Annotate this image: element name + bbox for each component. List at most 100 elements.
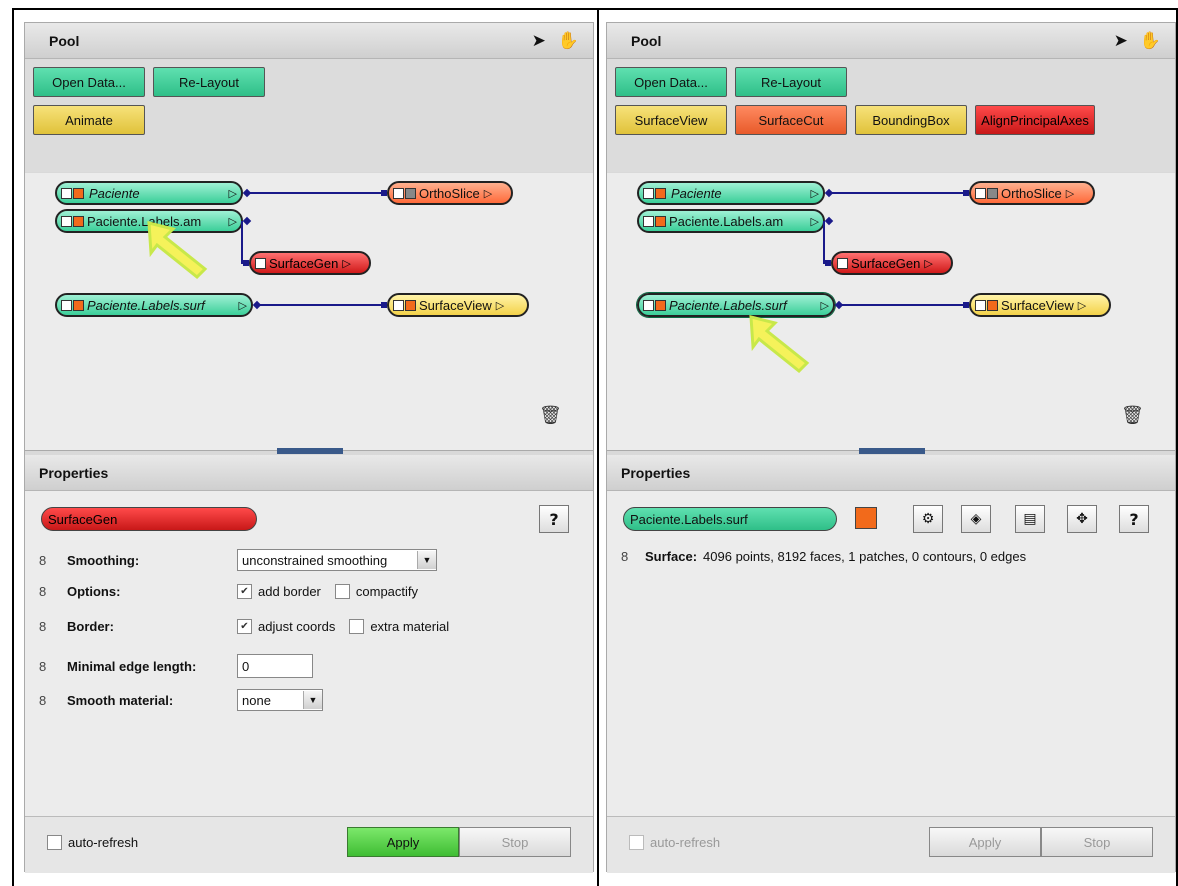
port-square[interactable] (243, 260, 249, 266)
relayout-button[interactable]: Re-Layout (735, 67, 847, 97)
arrow-pointer-icon[interactable]: ➤ (532, 31, 546, 51)
display-mode-icon[interactable]: ⚙ (913, 505, 943, 533)
adjust-coords-checkbox[interactable]: ✔ adjust coords (237, 619, 335, 634)
chevron-down-icon[interactable]: ▼ (303, 691, 322, 709)
pin-icon[interactable]: 8 (621, 549, 641, 564)
triangle-right-icon[interactable]: ▷ (229, 187, 237, 200)
pin-icon[interactable]: 8 (39, 659, 59, 674)
port-diamond[interactable] (834, 300, 844, 310)
triangle-right-icon[interactable]: ▷ (1066, 187, 1074, 200)
checkbox-unchecked[interactable] (47, 835, 62, 850)
triangle-right-icon[interactable]: ▷ (821, 299, 829, 312)
visibility-toggle[interactable] (643, 187, 654, 199)
checkbox-checked[interactable]: ✔ (237, 619, 252, 634)
port-diamond[interactable] (242, 188, 252, 198)
triangle-right-icon[interactable]: ▷ (239, 299, 247, 312)
stop-button[interactable]: Stop (459, 827, 571, 857)
triangle-right-icon[interactable]: ▷ (496, 299, 504, 312)
apply-button[interactable]: Apply (347, 827, 459, 857)
port-square[interactable] (381, 190, 387, 196)
open-data-button[interactable]: Open Data... (615, 67, 727, 97)
node-surfaceview[interactable]: SurfaceView ▷ (969, 293, 1111, 317)
port-diamond[interactable] (824, 188, 834, 198)
node-orthoslice[interactable]: OrthoSlice ▷ (387, 181, 513, 205)
hand-icon[interactable]: ✋ (1140, 31, 1161, 51)
trash-icon[interactable]: 🗑 (1121, 405, 1144, 426)
triangle-right-icon[interactable]: ▷ (342, 257, 350, 270)
surfacecut-button[interactable]: SurfaceCut (735, 105, 847, 135)
apply-button[interactable]: Apply (929, 827, 1041, 857)
visibility-toggle[interactable] (61, 215, 72, 227)
arrow-pointer-icon[interactable]: ➤ (1114, 31, 1128, 51)
module-name-pill[interactable]: Paciente.Labels.surf (623, 507, 837, 531)
pin-icon[interactable]: 8 (39, 584, 59, 599)
help-button[interactable]: ? (1119, 505, 1149, 533)
node-paciente[interactable]: Paciente ▷ (637, 181, 825, 205)
port-diamond[interactable] (824, 216, 834, 226)
triangle-right-icon[interactable]: ▷ (811, 215, 819, 228)
color-swatch[interactable] (855, 507, 877, 529)
port-diamond[interactable] (242, 216, 252, 226)
pin-icon[interactable]: 8 (39, 693, 59, 708)
triangle-right-icon[interactable]: ▷ (1078, 299, 1086, 312)
visibility-toggle[interactable] (393, 299, 404, 311)
port-square[interactable] (825, 260, 831, 266)
checkbox-unchecked[interactable] (334, 584, 350, 599)
visibility-toggle[interactable] (61, 187, 72, 199)
trash-icon[interactable]: 🗑 (539, 405, 562, 426)
visibility-toggle[interactable] (975, 187, 986, 199)
chevron-down-icon[interactable]: ▼ (417, 551, 436, 569)
port-diamond[interactable] (252, 300, 262, 310)
alignprincipalaxes-button[interactable]: AlignPrincipalAxes (975, 105, 1095, 135)
help-button[interactable]: ? (539, 505, 569, 533)
min-edge-length-input[interactable]: 0 (237, 654, 313, 678)
node-labels-surf[interactable]: Paciente.Labels.surf ▷ (55, 293, 253, 317)
checkbox-unchecked[interactable] (629, 835, 644, 850)
triangle-right-icon[interactable]: ▷ (484, 187, 492, 200)
hand-icon[interactable]: ✋ (558, 31, 579, 51)
relayout-button[interactable]: Re-Layout (153, 67, 265, 97)
triangle-right-icon[interactable]: ▷ (229, 215, 237, 228)
shaded-surface-icon[interactable]: ◈ (961, 505, 991, 533)
visibility-toggle[interactable] (393, 187, 404, 199)
add-border-checkbox[interactable]: ✔ add border (237, 584, 321, 599)
checkbox-unchecked[interactable] (349, 619, 365, 634)
visibility-toggle[interactable] (61, 299, 72, 311)
triangle-right-icon[interactable]: ▷ (811, 187, 819, 200)
node-labels-am[interactable]: Paciente.Labels.am ▷ (637, 209, 825, 233)
port-square[interactable] (963, 302, 969, 308)
visibility-toggle[interactable] (255, 257, 266, 269)
visibility-toggle[interactable] (643, 299, 654, 311)
visibility-toggle[interactable] (837, 257, 848, 269)
visibility-toggle[interactable] (643, 215, 654, 227)
visibility-toggle[interactable] (975, 299, 986, 311)
surfaceview-button[interactable]: SurfaceView (615, 105, 727, 135)
node-surfacegen[interactable]: SurfaceGen ▷ (249, 251, 371, 275)
smoothing-select[interactable]: unconstrained smoothing ▼ (237, 549, 437, 571)
animate-button[interactable]: Animate (33, 105, 145, 135)
port-square[interactable] (963, 190, 969, 196)
boundingbox-button[interactable]: BoundingBox (855, 105, 967, 135)
node-surfacegen[interactable]: SurfaceGen ▷ (831, 251, 953, 275)
wireframe-icon[interactable]: ✥ (1067, 505, 1097, 533)
port-square[interactable] (381, 302, 387, 308)
auto-refresh-checkbox[interactable]: auto-refresh (629, 835, 720, 850)
module-name-pill[interactable]: SurfaceGen (41, 507, 257, 531)
table-icon[interactable]: ▤ (1015, 505, 1045, 533)
pin-icon[interactable]: 8 (39, 619, 59, 634)
compactify-checkbox[interactable]: compactify (334, 584, 418, 599)
extra-material-checkbox[interactable]: extra material (349, 619, 449, 634)
splitter-handle[interactable] (277, 448, 343, 454)
splitter-handle[interactable] (859, 448, 925, 454)
stop-button[interactable]: Stop (1041, 827, 1153, 857)
properties-title: Properties (25, 455, 593, 491)
triangle-right-icon[interactable]: ▷ (924, 257, 932, 270)
node-orthoslice[interactable]: OrthoSlice ▷ (969, 181, 1095, 205)
pin-icon[interactable]: 8 (39, 553, 59, 568)
smooth-material-select[interactable]: none ▼ (237, 689, 323, 711)
node-surfaceview[interactable]: SurfaceView ▷ (387, 293, 529, 317)
auto-refresh-checkbox[interactable]: auto-refresh (47, 835, 138, 850)
open-data-button[interactable]: Open Data... (33, 67, 145, 97)
node-paciente[interactable]: Paciente ▷ (55, 181, 243, 205)
checkbox-checked[interactable]: ✔ (237, 584, 252, 599)
